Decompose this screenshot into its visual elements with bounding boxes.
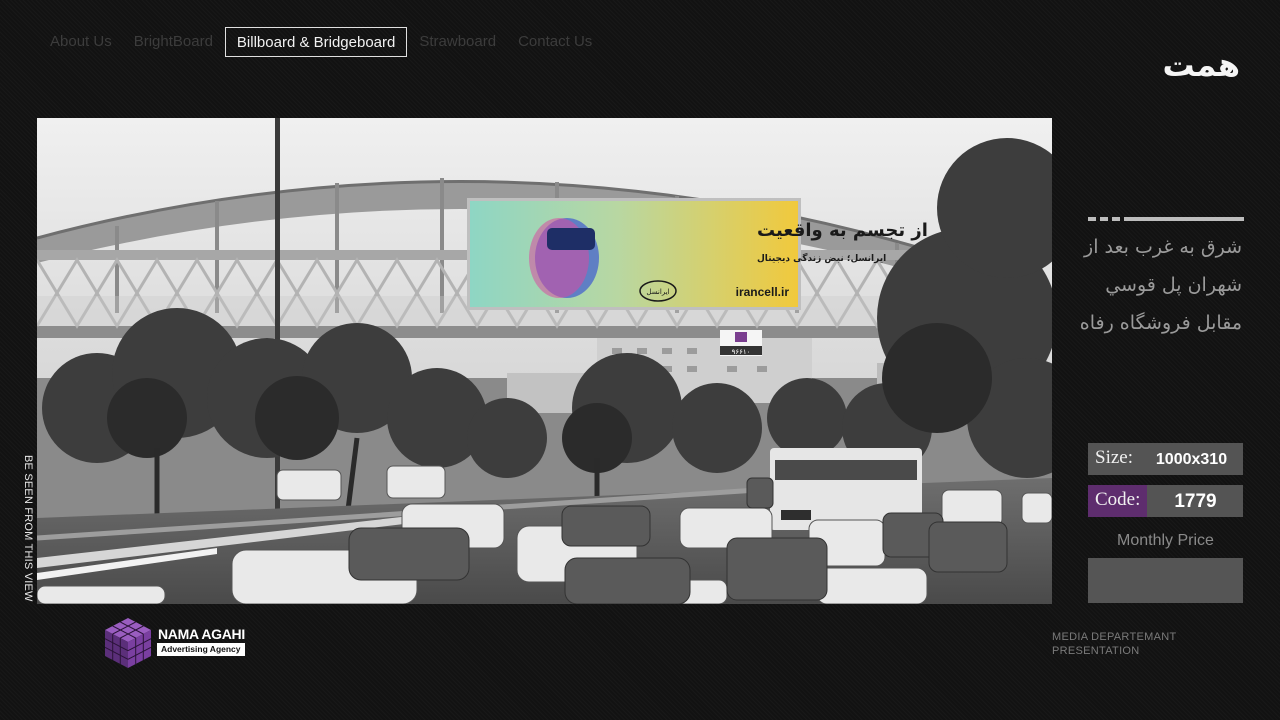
monthly-price-value bbox=[1088, 558, 1243, 603]
billboard-url: irancell.ir bbox=[736, 285, 790, 299]
title-underline bbox=[1088, 217, 1244, 221]
address-line: مقابل فروشگاه رفاه bbox=[1079, 312, 1242, 334]
main-nav: About Us BrightBoard Billboard & Bridgeb… bbox=[40, 27, 604, 57]
location-address: شرق به غرب بعد از شهران پل قوسي مقابل فر… bbox=[1042, 228, 1242, 342]
size-label: Size: bbox=[1095, 447, 1133, 468]
nav-strawboard[interactable]: Strawboard bbox=[409, 27, 506, 57]
photo-scene: از تجسم به واقعیت ایرانسل؛ نبض زندگی دیج… bbox=[37, 118, 1052, 604]
size-row: Size: 1000x310 bbox=[1088, 443, 1243, 475]
vertical-caption: BE SEEN FROM THIS VIEW bbox=[22, 455, 34, 602]
address-line: شهران پل قوسي bbox=[1105, 274, 1242, 296]
code-row: Code: 1779 bbox=[1088, 485, 1243, 517]
size-value: 1000x310 bbox=[1155, 451, 1228, 468]
nav-billboard-bridgeboard[interactable]: Billboard & Bridgeboard bbox=[224, 27, 408, 57]
nav-brightboard[interactable]: BrightBoard bbox=[124, 27, 223, 57]
logo-name: NAMA AGAHI bbox=[158, 626, 245, 642]
billboard-location-photo: از تجسم به واقعیت ایرانسل؛ نبض زندگی دیج… bbox=[37, 118, 1052, 604]
nav-contact-us[interactable]: Contact Us bbox=[508, 27, 602, 57]
billboard-headline: از تجسم به واقعیت bbox=[757, 220, 928, 241]
sign-number: ۹۶۶۱۰ bbox=[732, 348, 751, 356]
footer-line: MEDIA DEPARTEMANT bbox=[1052, 631, 1177, 643]
logo-tagline: Advertising Agency bbox=[157, 643, 245, 656]
address-line: شرق به غرب بعد از bbox=[1084, 236, 1242, 258]
billboard-brand: ایرانسل bbox=[646, 288, 669, 296]
footer-line: PRESENTATION bbox=[1052, 645, 1140, 657]
billboard-subline: ایرانسل؛ نبض زندگی دیجیتال bbox=[757, 252, 886, 264]
location-title: همت bbox=[1162, 46, 1240, 84]
code-label: Code: bbox=[1088, 485, 1148, 517]
code-value: 1779 bbox=[1174, 491, 1217, 512]
nav-about-us[interactable]: About Us bbox=[40, 27, 122, 57]
cube-logo-icon bbox=[104, 618, 152, 668]
company-logo[interactable]: NAMA AGAHI Advertising Agency bbox=[103, 616, 253, 670]
footer-note: MEDIA DEPARTEMANT PRESENTATION bbox=[1052, 630, 1177, 658]
monthly-price-label: Monthly Price bbox=[1117, 532, 1214, 549]
